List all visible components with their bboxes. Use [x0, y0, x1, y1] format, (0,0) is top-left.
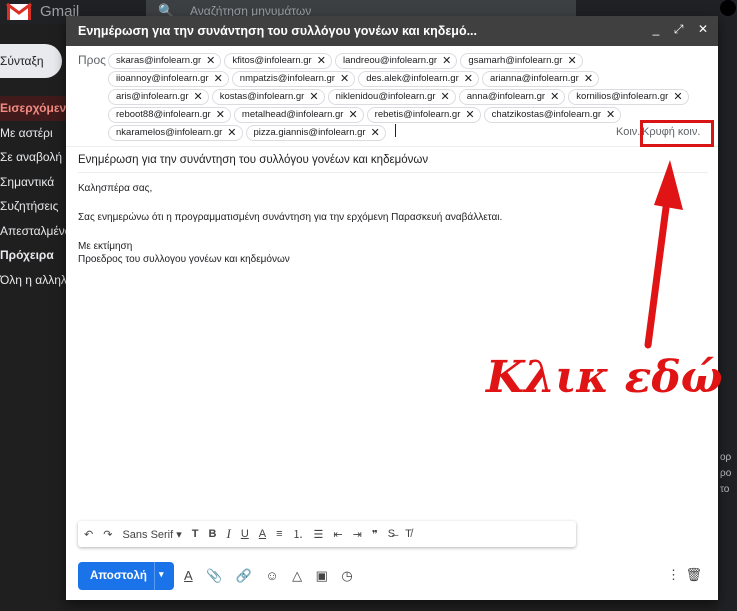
annotation-text: Κλικ εδώ [486, 352, 723, 403]
annotation-arrow-icon [644, 160, 683, 349]
